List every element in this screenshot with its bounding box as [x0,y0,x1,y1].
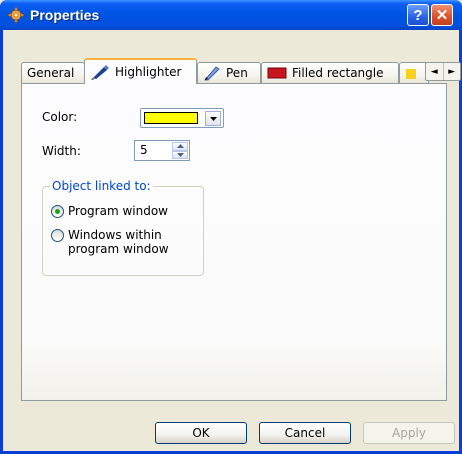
tab-label: General [27,66,75,80]
close-button[interactable]: ✕ [431,4,453,26]
tab-label: Highlighter [115,65,182,79]
tab-scroll-buttons: ◄ ► [425,62,461,81]
chevron-down-icon [176,152,184,157]
width-label: Width: [42,144,81,158]
dropdown-button[interactable] [205,111,221,126]
tab-highlighter[interactable]: Highlighter [84,58,197,84]
tab-scroll-right-button[interactable]: ► [444,63,461,80]
spin-down-button[interactable] [172,150,188,159]
filled-rectangle-icon [267,67,287,79]
group-title: Object linked to: [50,179,153,193]
chevron-down-icon [209,116,217,121]
properties-dialog: Properties ? ✕ General Highlighter Pen F… [0,0,462,454]
spin-up-button[interactable] [172,142,188,151]
tab-label: Pen [226,66,248,80]
radio-windows-within[interactable]: Windows within program window [51,228,171,256]
tab-filled-rectangle[interactable]: Filled rectangle [261,62,399,83]
ok-button[interactable]: OK [155,422,247,444]
tab-pen[interactable]: Pen [197,62,261,83]
radio-label: Windows within program window [68,228,169,256]
radio-button[interactable] [51,205,64,218]
color-label: Color: [42,110,78,124]
window-title: Properties [30,7,100,23]
radio-program-window[interactable]: Program window [51,204,168,218]
color-picker[interactable] [140,108,224,128]
width-value[interactable]: 5 [140,143,148,157]
chevron-up-icon [176,144,184,149]
yellow-highlight-icon [406,69,416,79]
radio-button[interactable] [51,229,64,242]
width-stepper[interactable]: 5 [134,140,190,161]
tab-panel: Color: Width: 5 Object linked to: Progra… [21,83,447,401]
cancel-button[interactable]: Cancel [259,422,351,444]
radio-label: Program window [68,204,168,218]
title-bar[interactable]: Properties ? ✕ [0,0,462,30]
tab-scroll-left-button[interactable]: ◄ [426,63,444,80]
pen-icon [204,66,220,81]
tab-general[interactable]: General [21,62,85,83]
help-button[interactable]: ? [407,4,429,26]
object-linked-group: Object linked to: Program window Windows… [42,179,204,276]
apply-button[interactable]: Apply [363,422,455,444]
tab-strip: General Highlighter Pen Filled rectangle [21,58,461,84]
tab-label: Filled rectangle [292,66,384,80]
color-swatch [144,112,198,124]
gear-icon [7,7,24,24]
highlighter-pen-icon [91,65,109,80]
